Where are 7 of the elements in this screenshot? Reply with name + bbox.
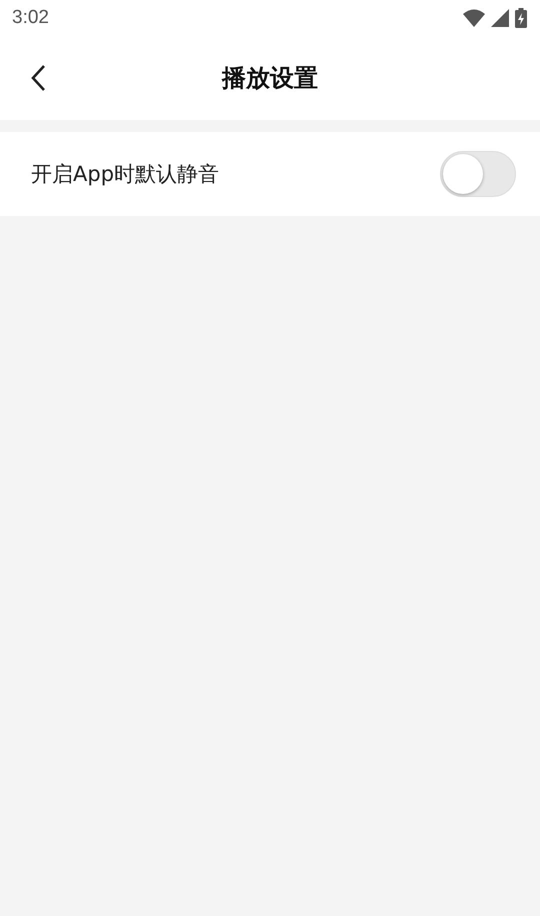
status-time: 3:02 (12, 7, 49, 29)
toggle-switch[interactable] (440, 151, 516, 197)
signal-icon (491, 9, 509, 27)
page-title: 播放设置 (222, 63, 318, 94)
setting-label: 开启App时默认静音 (31, 161, 220, 188)
wifi-icon (463, 9, 485, 27)
battery-charging-icon (515, 8, 527, 28)
